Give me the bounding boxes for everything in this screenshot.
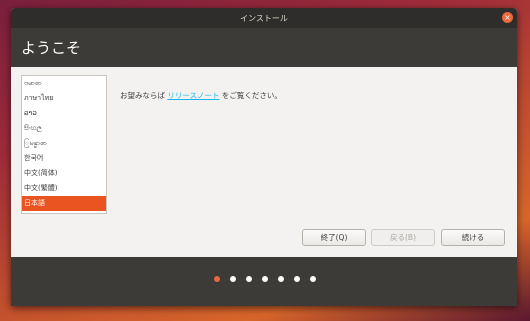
note-suffix: をご覧ください。 — [219, 91, 282, 100]
back-button[interactable]: 戻る(B) — [371, 229, 435, 246]
release-notes-link[interactable]: リリースノート — [167, 91, 219, 100]
progress-dot — [262, 276, 268, 282]
progress-dots — [214, 276, 316, 282]
language-item-selected[interactable]: 日本語 — [22, 196, 106, 211]
page-header: ようこそ — [11, 28, 517, 67]
progress-dot — [230, 276, 236, 282]
content-area: ဗမာစာ ภาษาไทย ລາວ සිංහල ြမန္မာစာ 한국어 中文(… — [11, 67, 517, 257]
language-item[interactable]: 中文(繁體) — [22, 181, 106, 196]
language-item[interactable]: ລາວ — [22, 106, 106, 121]
progress-dot — [294, 276, 300, 282]
window-title: インストール — [240, 13, 288, 23]
close-icon[interactable]: × — [502, 12, 513, 23]
language-item[interactable]: සිංහල — [22, 121, 106, 136]
progress-dot-active — [214, 276, 220, 282]
page-title: ようこそ — [21, 39, 82, 57]
note-prefix: お望みならば — [120, 91, 168, 100]
installer-window: インストール × ようこそ ဗမာစာ ภาษาไทย ລາວ සිංහල ြမ… — [11, 8, 517, 306]
progress-dot — [278, 276, 284, 282]
language-item[interactable]: ြမန္မာစာ — [22, 136, 106, 151]
release-notes-text: お望みならば リリースノート をご覧ください。 — [120, 90, 282, 101]
continue-button[interactable]: 続ける — [441, 229, 505, 246]
footer-bar — [11, 257, 517, 306]
language-item[interactable]: 한국어 — [22, 151, 106, 166]
language-item[interactable]: 中文(简体) — [22, 166, 106, 181]
language-item[interactable]: ဗမာစာ — [22, 76, 106, 91]
quit-button[interactable]: 終了(Q) — [302, 229, 366, 246]
progress-dot — [246, 276, 252, 282]
progress-dot — [310, 276, 316, 282]
title-bar: インストール × — [11, 8, 517, 28]
language-list[interactable]: ဗမာစာ ภาษาไทย ລາວ සිංහල ြမန္မာစာ 한국어 中文(… — [21, 75, 107, 214]
language-item[interactable]: ภาษาไทย — [22, 91, 106, 106]
